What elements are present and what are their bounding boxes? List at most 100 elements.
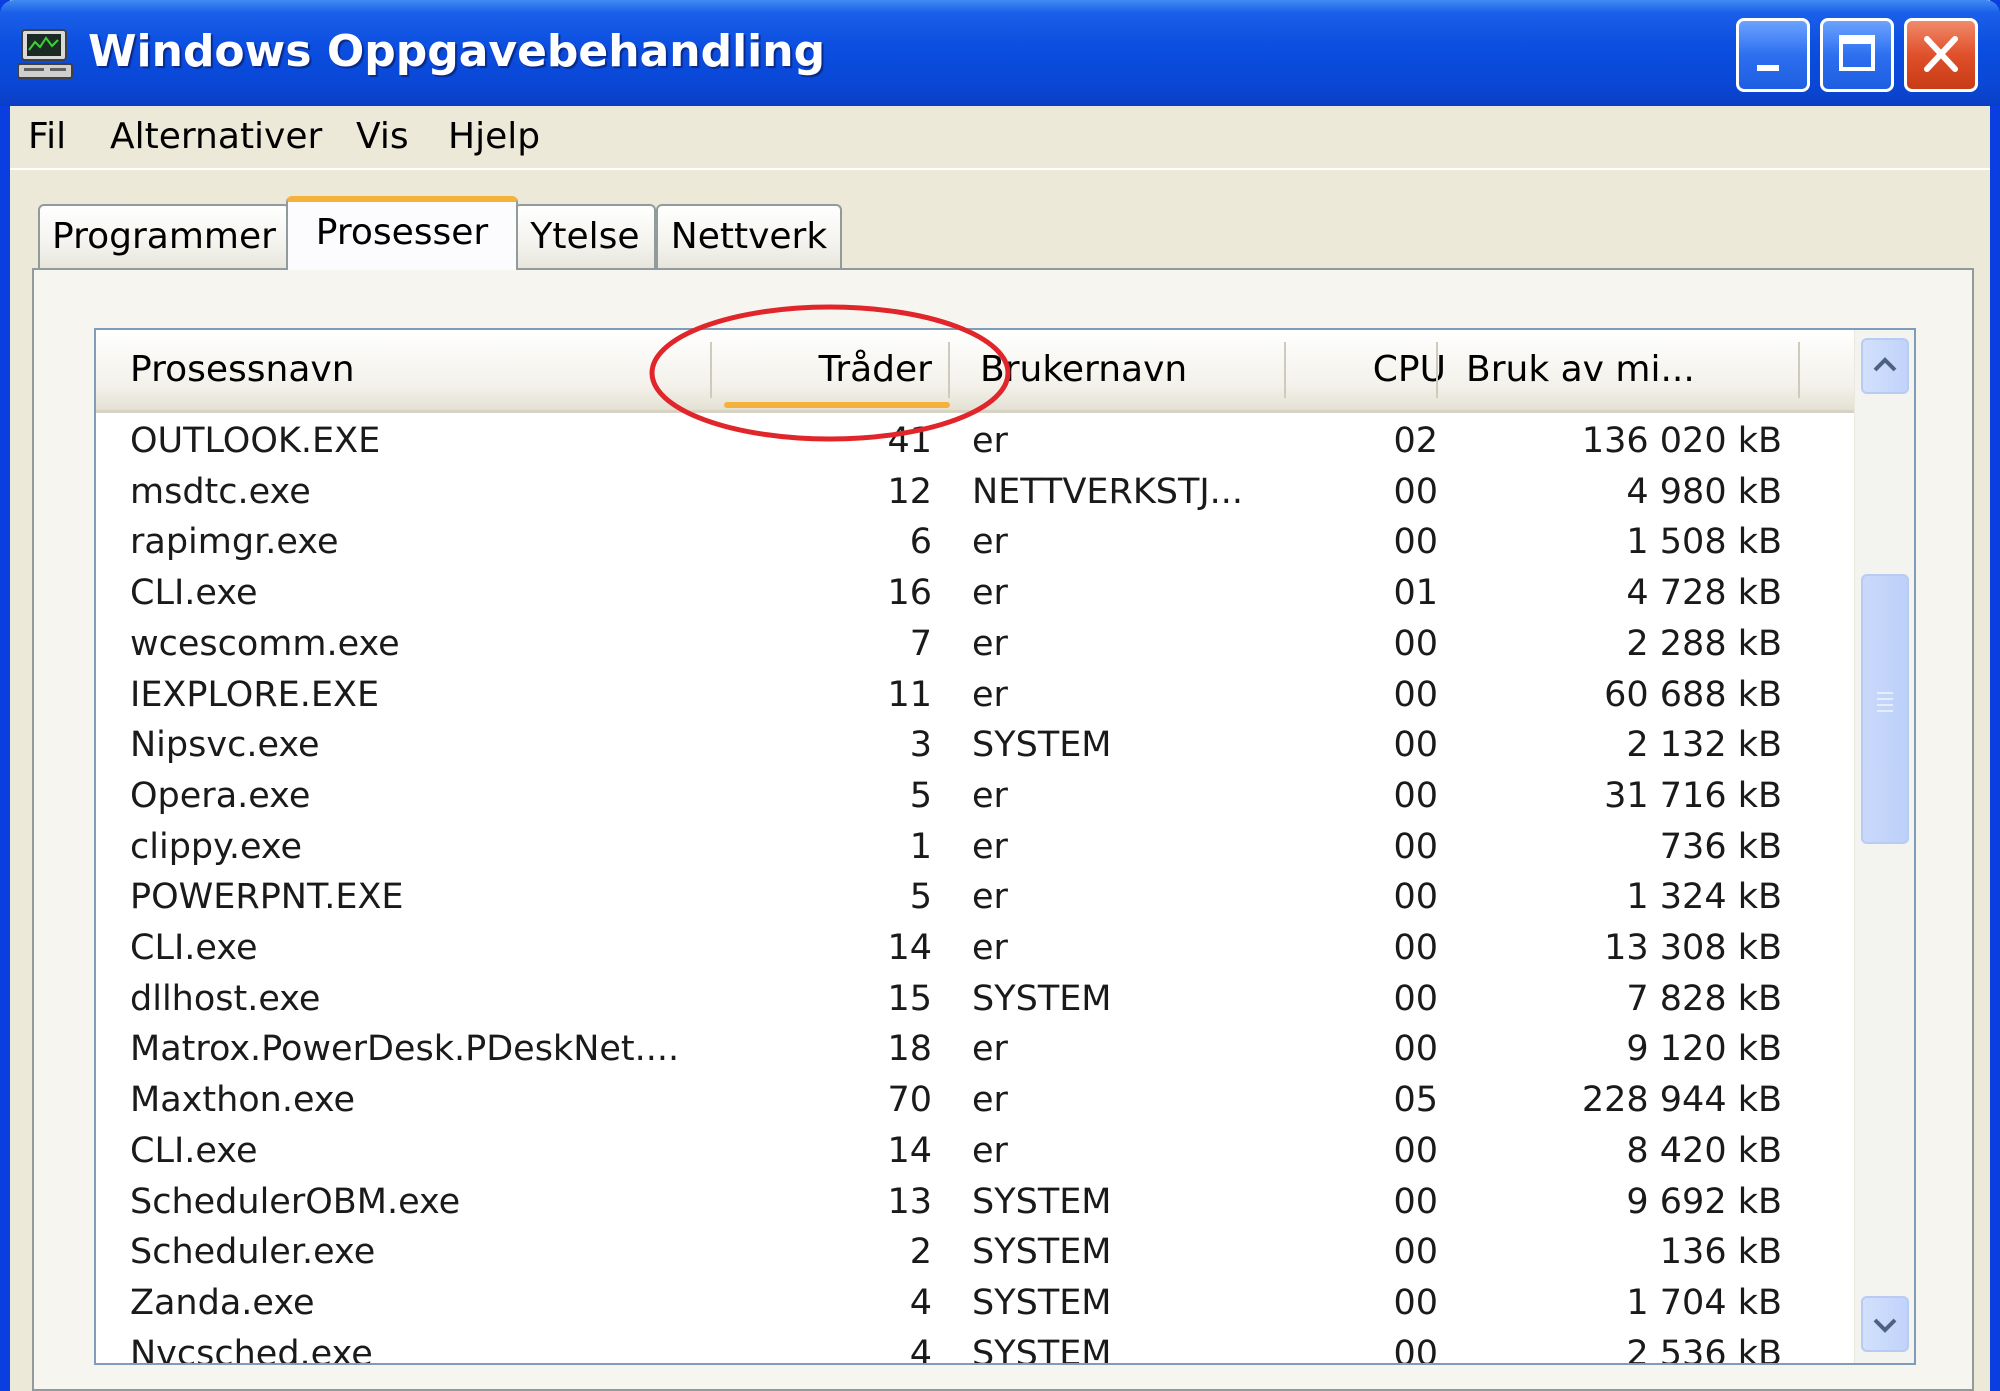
maximize-button[interactable]: [1820, 18, 1894, 92]
process-name-cell: dllhost.exe: [130, 978, 321, 1019]
table-row[interactable]: CLI.exe 14 er 00 8 420 kB: [96, 1126, 1854, 1177]
table-row[interactable]: Matrox.PowerDesk.PDeskNet.... 18 er 00 9 120…: [96, 1024, 1854, 1075]
cpu-usage-cell: 00: [1393, 775, 1438, 816]
menu-bar: Fil Alternativer Vis Hjelp: [10, 106, 1990, 170]
tab-prosesser[interactable]: Prosesser: [286, 196, 518, 270]
table-row[interactable]: CLI.exe 16 er 01 4 728 kB: [96, 568, 1854, 619]
column-divider[interactable]: [1798, 342, 1800, 398]
column-header-cpu[interactable]: CPU: [1292, 330, 1446, 410]
memory-usage-cell: 2 536 kB: [1626, 1333, 1782, 1365]
cpu-usage-cell: 00: [1393, 928, 1438, 968]
memory-usage-cell: 9 692 kB: [1626, 1181, 1782, 1222]
user-name-cell: er: [972, 421, 1008, 461]
thread-count-cell: 5: [909, 877, 932, 918]
table-row[interactable]: wcescomm.exe 7 er 00 2 288 kB: [96, 619, 1854, 670]
table-row[interactable]: rapimgr.exe 6 er 00 1 508 kB: [96, 517, 1854, 568]
table-row[interactable]: clippy.exe 1 er 00 736 kB: [96, 822, 1854, 873]
cpu-usage-cell: 00: [1393, 623, 1438, 664]
cpu-usage-cell: 00: [1393, 1181, 1438, 1222]
cpu-usage-cell: 00: [1393, 522, 1438, 563]
column-header-minnebruk[interactable]: Bruk av mi...: [1466, 330, 1766, 410]
table-row[interactable]: IEXPLORE.EXE 11 er 00 60 688 kB: [96, 670, 1854, 721]
table-row[interactable]: Opera.exe 5 er 00 31 716 kB: [96, 771, 1854, 822]
cpu-usage-cell: 00: [1393, 1029, 1438, 1070]
column-header-trader[interactable]: Tråder: [716, 330, 932, 410]
process-name-cell: msdtc.exe: [130, 471, 311, 512]
process-name-cell: SchedulerOBM.exe: [130, 1181, 461, 1222]
table-row[interactable]: Nipsvc.exe 3 SYSTEM 00 2 132 kB: [96, 720, 1854, 771]
menu-alternativer[interactable]: Alternativer: [110, 116, 322, 157]
table-row[interactable]: OUTLOOK.EXE 41 er 02 136 020 kB: [96, 416, 1854, 467]
memory-usage-cell: 8 420 kB: [1626, 1130, 1782, 1171]
table-row[interactable]: Zanda.exe 4 SYSTEM 00 1 704 kB: [96, 1278, 1854, 1329]
column-divider[interactable]: [1284, 342, 1286, 398]
memory-usage-cell: 31 716 kB: [1604, 775, 1782, 816]
process-name-cell: OUTLOOK.EXE: [130, 421, 381, 461]
memory-usage-cell: 1 508 kB: [1626, 522, 1782, 563]
title-bar[interactable]: Windows Oppgavebehandling: [0, 0, 2000, 106]
sort-indicator: [724, 402, 950, 408]
process-name-cell: wcescomm.exe: [130, 623, 400, 664]
process-name-cell: Matrox.PowerDesk.PDeskNet....: [130, 1029, 680, 1070]
minimize-icon: [1757, 65, 1779, 71]
process-name-cell: clippy.exe: [130, 826, 303, 867]
close-button[interactable]: [1904, 18, 1978, 92]
scroll-up-button[interactable]: [1861, 338, 1909, 394]
close-icon: [1924, 36, 1958, 72]
memory-usage-cell: 736 kB: [1659, 826, 1782, 867]
memory-usage-cell: 9 120 kB: [1626, 1029, 1782, 1070]
thumb-grip-line: [1877, 710, 1893, 712]
thread-count-cell: 4: [909, 1333, 932, 1365]
user-name-cell: er: [972, 775, 1008, 816]
table-row[interactable]: Scheduler.exe 2 SYSTEM 00 136 kB: [96, 1227, 1854, 1278]
memory-usage-cell: 1 704 kB: [1626, 1282, 1782, 1323]
table-row[interactable]: CLI.exe 14 er 00 13 308 kB: [96, 923, 1854, 974]
cpu-usage-cell: 00: [1393, 978, 1438, 1019]
user-name-cell: SYSTEM: [972, 1181, 1112, 1222]
tab-programmer[interactable]: Programmer: [38, 204, 290, 268]
table-row[interactable]: Maxthon.exe 70 er 05 228 944 kB: [96, 1075, 1854, 1126]
user-name-cell: SYSTEM: [972, 1282, 1112, 1323]
window-title: Windows Oppgavebehandling: [88, 26, 826, 77]
thread-count-cell: 16: [887, 573, 932, 614]
menu-vis[interactable]: Vis: [356, 116, 409, 157]
scroll-down-button[interactable]: [1861, 1296, 1909, 1352]
cpu-usage-cell: 00: [1393, 471, 1438, 512]
menu-fil[interactable]: Fil: [28, 116, 66, 157]
maximize-icon: [1839, 35, 1875, 71]
process-name-cell: Nvcsched.exe: [130, 1333, 373, 1365]
vertical-scrollbar[interactable]: [1854, 330, 1914, 1363]
tab-nettverk[interactable]: Nettverk: [656, 204, 842, 268]
column-divider[interactable]: [710, 342, 712, 398]
table-row[interactable]: dllhost.exe 15 SYSTEM 00 7 828 kB: [96, 974, 1854, 1025]
process-name-cell: CLI.exe: [130, 1130, 258, 1171]
process-list[interactable]: Prosessnavn Tråder Brukernavn CPU Bruk a…: [94, 328, 1916, 1365]
memory-usage-cell: 4 980 kB: [1626, 471, 1782, 512]
user-name-cell: NETTVERKSTJ...: [972, 471, 1244, 512]
column-header-prosessnavn[interactable]: Prosessnavn: [130, 330, 690, 410]
thread-count-cell: 41: [887, 421, 932, 461]
process-name-cell: rapimgr.exe: [130, 522, 339, 563]
memory-usage-cell: 13 308 kB: [1604, 928, 1782, 968]
scrollbar-thumb[interactable]: [1861, 574, 1909, 844]
memory-usage-cell: 2 132 kB: [1626, 725, 1782, 766]
thread-count-cell: 11: [887, 674, 932, 715]
user-name-cell: er: [972, 1080, 1008, 1121]
minimize-button[interactable]: [1736, 18, 1810, 92]
thread-count-cell: 15: [887, 978, 932, 1019]
column-divider[interactable]: [948, 342, 950, 398]
column-header-brukernavn[interactable]: Brukernavn: [980, 330, 1320, 410]
thumb-grip-line: [1877, 704, 1893, 706]
user-name-cell: er: [972, 1029, 1008, 1070]
task-manager-computer-icon: [18, 29, 73, 79]
column-divider[interactable]: [1436, 342, 1438, 398]
table-row[interactable]: msdtc.exe 12 NETTVERKSTJ... 00 4 980 kB: [96, 467, 1854, 518]
table-row[interactable]: POWERPNT.EXE 5 er 00 1 324 kB: [96, 872, 1854, 923]
memory-usage-cell: 136 020 kB: [1581, 421, 1782, 461]
menu-hjelp[interactable]: Hjelp: [448, 116, 540, 157]
thumb-grip-line: [1877, 692, 1893, 694]
memory-usage-cell: 136 kB: [1659, 1232, 1782, 1273]
table-row[interactable]: Nvcsched.exe 4 SYSTEM 00 2 536 kB: [96, 1329, 1854, 1365]
table-row[interactable]: SchedulerOBM.exe 13 SYSTEM 00 9 692 kB: [96, 1177, 1854, 1228]
tab-ytelse[interactable]: Ytelse: [514, 204, 656, 268]
